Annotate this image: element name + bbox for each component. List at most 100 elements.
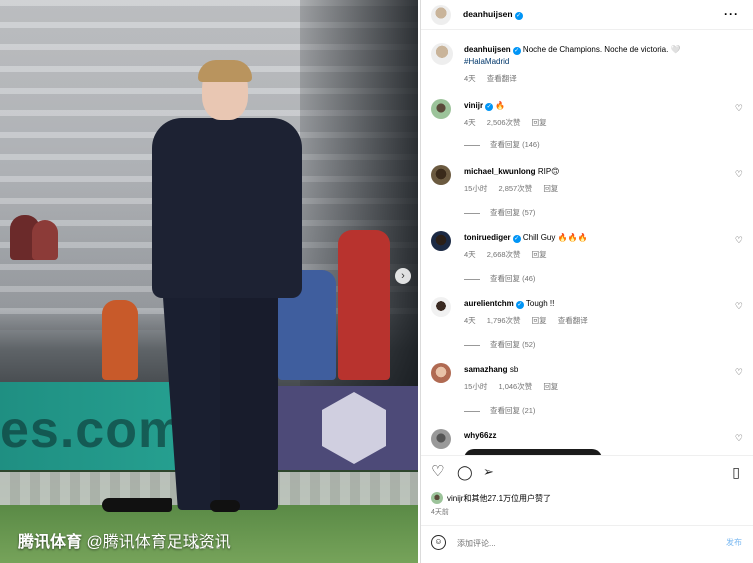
comment-likes[interactable]: 1,796次赞 xyxy=(487,316,521,325)
verified-icon: ✓ xyxy=(515,301,524,309)
save-icon[interactable]: ▯ xyxy=(732,464,740,480)
player-shoe xyxy=(102,498,172,512)
avatar[interactable] xyxy=(431,231,451,251)
comment-author[interactable]: michael_kwunlong xyxy=(464,167,536,176)
share-icon[interactable]: ➢ xyxy=(483,464,494,480)
emoji-icon[interactable]: ☺ xyxy=(431,535,446,550)
liked-by[interactable]: vinijr和其他27.1万位用户赞了 xyxy=(431,492,551,504)
comment-author[interactable]: samazhang xyxy=(464,365,508,374)
avatar[interactable] xyxy=(431,43,453,65)
comment-time: 15小时 xyxy=(464,184,488,193)
comment-like-icon[interactable]: ♡ xyxy=(735,169,743,180)
comment-time: 4天 xyxy=(464,250,476,259)
avatar xyxy=(431,492,443,504)
player-figure xyxy=(102,60,310,520)
replies-divider xyxy=(464,212,480,214)
comment-meta: 4天 2,668次赞 回复 xyxy=(464,249,556,260)
translate-link[interactable]: 查看翻译 xyxy=(558,316,588,325)
comment-author[interactable]: why66zz xyxy=(464,431,496,440)
view-replies[interactable]: 查看回复 (46) xyxy=(464,273,535,284)
comment-text: samazhang sb xyxy=(464,365,518,374)
comment-likes[interactable]: 2,857次赞 xyxy=(498,184,532,193)
next-image-button[interactable]: › xyxy=(395,268,411,284)
view-replies-label[interactable]: 查看回复 (52) xyxy=(490,340,535,349)
caption-meta: 4天 查看翻译 xyxy=(464,73,526,84)
verified-icon: ✓ xyxy=(512,235,521,243)
comment-author[interactable]: toniruediger xyxy=(464,233,511,242)
staff-member xyxy=(338,230,390,380)
view-replies[interactable]: 查看回复 (21) xyxy=(464,405,535,416)
more-options-icon[interactable]: ··· xyxy=(724,7,739,21)
comment-text: toniruediger ✓ Chill Guy 🔥🔥🔥 xyxy=(464,233,587,243)
avatar[interactable] xyxy=(431,297,451,317)
watermark: 腾讯体育 @腾讯体育足球资讯 xyxy=(18,528,231,552)
comment-time: 15小时 xyxy=(464,382,488,391)
view-replies-label[interactable]: 查看回复 (146) xyxy=(490,140,540,149)
caption-body: Noche de Champions. Noche de victoria. 🤍 xyxy=(522,45,681,54)
replies-divider xyxy=(464,344,480,346)
comment-icon[interactable]: ◯ xyxy=(457,464,473,480)
replies-divider xyxy=(464,278,480,280)
translate-link[interactable]: 查看翻译 xyxy=(487,74,517,83)
reply-button[interactable]: 回复 xyxy=(543,382,558,391)
avatar[interactable] xyxy=(431,4,451,25)
view-replies[interactable]: 查看回复 (52) xyxy=(464,339,535,350)
comment-likes[interactable]: 2,506次赞 xyxy=(487,118,521,127)
post-actions: ♡ ◯ ➢ ▯ vinijr和其他27.1万位用户赞了 4天前 xyxy=(421,455,753,525)
comment-author[interactable]: vinijr xyxy=(464,101,483,110)
avatar[interactable] xyxy=(431,165,451,185)
replies-divider xyxy=(464,144,480,146)
replies-divider xyxy=(464,410,480,412)
comment-like-icon[interactable]: ♡ xyxy=(735,433,743,444)
comment-meta: 4天 2,506次赞 回复 xyxy=(464,117,556,128)
comment-time: 4天 xyxy=(464,316,476,325)
avatar[interactable] xyxy=(431,429,451,449)
reply-button[interactable]: 回复 xyxy=(532,316,547,325)
view-replies-label[interactable]: 查看回复 (21) xyxy=(490,406,535,415)
comment-like-icon[interactable]: ♡ xyxy=(735,103,743,114)
comment-like-icon[interactable]: ♡ xyxy=(735,367,743,378)
player-shoe xyxy=(210,500,240,512)
post-author-name[interactable]: deanhuijsen xyxy=(463,9,513,19)
comment-body: 🔥 xyxy=(495,101,506,110)
post-comment-button[interactable]: 发布 xyxy=(726,537,742,548)
reply-button[interactable]: 回复 xyxy=(532,250,547,259)
comment-text: michael_kwunlong RIP🙃 xyxy=(464,167,560,176)
comment-composer: ☺ 发布 xyxy=(421,525,753,563)
caption-author[interactable]: deanhuijsen xyxy=(464,45,511,54)
comments-panel: deanhuijsen ✓ ··· deanhuijsen ✓ Noche de C… xyxy=(420,0,753,563)
avatar[interactable] xyxy=(431,99,451,119)
comment-text: why66zz xyxy=(464,431,496,440)
post-header: deanhuijsen ✓ ··· xyxy=(421,0,753,30)
comments-list[interactable]: deanhuijsen ✓ Noche de Champions. Noche d… xyxy=(421,31,753,455)
avatar[interactable] xyxy=(431,363,451,383)
comment-time: 4天 xyxy=(464,118,476,127)
comment-body: Chill Guy 🔥🔥🔥 xyxy=(522,233,588,242)
comment-likes[interactable]: 2,668次赞 xyxy=(487,250,521,259)
spectator xyxy=(32,220,58,260)
comment-body: sb xyxy=(509,365,519,374)
watermark-brand: 腾讯体育 xyxy=(18,534,83,551)
comment-input[interactable] xyxy=(457,534,707,552)
view-replies-label[interactable]: 查看回复 (57) xyxy=(490,208,535,217)
post-time: 4天前 xyxy=(431,509,449,516)
view-replies-label[interactable]: 查看回复 (46) xyxy=(490,274,535,283)
comment-meta: 4天 1,796次赞 回复 查看翻译 xyxy=(464,315,597,326)
hashtag-link[interactable]: #HalaMadrid xyxy=(464,57,509,66)
player-hair xyxy=(198,60,252,82)
like-icon[interactable]: ♡ xyxy=(431,464,444,480)
post-author[interactable]: deanhuijsen ✓ xyxy=(463,9,523,20)
comment-author[interactable]: aurelientchm xyxy=(464,299,514,308)
post-photo: es.com › 腾讯体育 @腾讯体育足球资讯 xyxy=(0,0,418,563)
view-replies[interactable]: 查看回复 (57) xyxy=(464,207,535,218)
comment-like-icon[interactable]: ♡ xyxy=(735,301,743,312)
liked-by-text[interactable]: vinijr和其他27.1万位用户赞了 xyxy=(447,493,551,504)
player-jacket xyxy=(152,118,302,298)
view-replies[interactable]: 查看回复 (146) xyxy=(464,139,540,150)
reply-button[interactable]: 回复 xyxy=(532,118,547,127)
caption-time: 4天 xyxy=(464,74,476,83)
comment-like-icon[interactable]: ♡ xyxy=(735,235,743,246)
reply-button[interactable]: 回复 xyxy=(543,184,558,193)
comment-likes[interactable]: 1,046次赞 xyxy=(498,382,532,391)
verified-icon: ✓ xyxy=(514,12,523,20)
